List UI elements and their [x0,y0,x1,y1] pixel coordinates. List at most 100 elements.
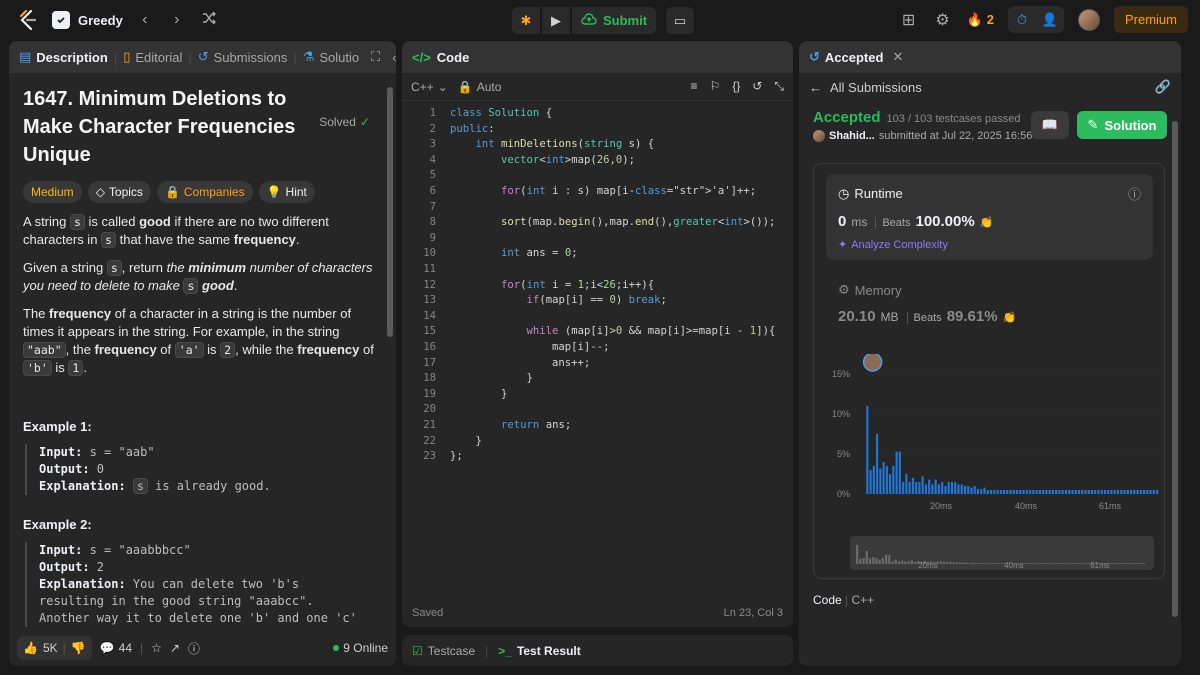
chart-bar[interactable] [866,406,869,494]
chart-bar[interactable] [1022,490,1025,494]
chart-bar[interactable] [1025,490,1028,494]
tab-editorial[interactable]: ▯ Editorial [123,49,182,65]
chart-bar[interactable] [1143,490,1146,494]
chart-bar[interactable] [1103,490,1107,494]
chart-bar[interactable] [882,462,885,494]
chart-bar[interactable] [1149,490,1152,494]
chart-bar[interactable] [947,482,950,494]
code-line[interactable]: 4 vector<int>map(26,0); [402,154,793,170]
chart-bar[interactable] [1110,490,1113,494]
chart-range-slider[interactable]: 20ms 40ms 61ms [850,536,1154,570]
layout-icon[interactable]: ⊞ [899,10,919,30]
chart-bar[interactable] [872,466,875,494]
chart-bar[interactable] [921,476,924,494]
chart-bar[interactable] [1133,490,1136,494]
chart-bar[interactable] [1038,490,1041,494]
chart-bar[interactable] [1120,490,1123,494]
problem-list-button[interactable]: Greedy [52,11,123,29]
code-line[interactable]: 18 } [402,372,793,388]
like-button[interactable]: 👍 5K | 👎 [17,636,92,660]
chart-bar[interactable] [911,478,914,494]
chart-bar[interactable] [963,486,967,494]
code-line[interactable]: 7 [402,201,793,217]
chart-bar[interactable] [1003,490,1006,494]
chart-bar[interactable] [1032,490,1035,494]
help-icon[interactable]: ⓘ [188,640,200,657]
chart-bar[interactable] [1126,490,1129,494]
editorial-button[interactable]: 📖 [1031,111,1069,139]
tab-test-result[interactable]: >_ Test Result [498,644,580,658]
user-position-avatar[interactable] [862,354,883,372]
chart-bar[interactable] [986,490,989,494]
chart-bar[interactable] [1068,490,1071,494]
code-line[interactable]: 23}; [402,450,793,466]
leetcode-logo[interactable] [16,8,40,32]
comments-button[interactable]: 💬 44 [100,641,132,655]
share-icon[interactable]: ↗ [170,641,180,655]
code-line[interactable]: 21 return ans; [402,419,793,435]
chart-bar[interactable] [1009,490,1012,494]
chart-bar[interactable] [1006,490,1009,494]
all-submissions-nav[interactable]: ← All Submissions 🔗 [799,73,1181,101]
code-line[interactable]: 3 int minDeletions(string s) { [402,138,793,154]
chart-bar[interactable] [970,487,973,494]
tab-accepted[interactable]: ↺ Accepted ✕ [809,49,903,65]
tab-solutions[interactable]: ⚗ Solutio [303,49,359,65]
chart-bar[interactable] [908,482,911,494]
runtime-card[interactable]: ◷ Runtime ⓘ 0 ms Beats 100.00% 👏 ✦ Analyze Comp… [826,174,1153,260]
chart-bar[interactable] [1042,490,1045,494]
format-icon[interactable]: ≡ [691,79,698,94]
chart-bar[interactable] [1139,490,1142,494]
chart-bar[interactable] [889,474,892,494]
code-line[interactable]: 2 public: [402,123,793,139]
chart-bar[interactable] [993,490,996,494]
chart-bar[interactable] [1130,490,1133,494]
chart-bar[interactable] [1071,490,1074,494]
next-problem-icon[interactable]: › [167,11,187,29]
chart-bar[interactable] [967,486,970,494]
notes-button[interactable]: ▭ [666,7,694,34]
submission-scrollbar[interactable] [1172,121,1178,617]
run-button[interactable]: ▶ [542,7,570,34]
chart-bar[interactable] [1051,490,1054,494]
tab-description[interactable]: ▤ Description [19,49,108,65]
chart-bar[interactable] [902,482,905,494]
companies-tag[interactable]: 🔒 Companies [156,181,253,203]
streak-counter[interactable]: 🔥 2 [967,12,994,28]
chart-bar[interactable] [934,479,937,494]
code-line[interactable]: 11 [402,263,793,279]
chart-bar[interactable] [1077,490,1080,494]
memory-card[interactable]: ⚙ Memory 20.10 MB Beats 89.61% 👏 [838,282,1016,325]
code-line[interactable]: 9 [402,232,793,248]
add-friend-icon[interactable]: 👤 [1036,12,1064,28]
code-line[interactable]: 1 class Solution { [402,107,793,123]
chart-bar[interactable] [1113,490,1116,494]
fullscreen-icon[interactable]: ⤡ [774,79,784,94]
chart-bar[interactable] [1097,490,1100,494]
code-line[interactable]: 13 if(map[i] == 0) break; [402,294,793,310]
chart-bar[interactable] [924,484,927,494]
chart-bar[interactable] [973,486,976,494]
tab-submissions[interactable]: ↺ Submissions [198,49,288,65]
chart-bar[interactable] [1019,490,1022,494]
auto-mode[interactable]: 🔒 Auto [458,80,502,94]
chart-bar[interactable] [1081,490,1084,494]
bookmark-icon[interactable]: ⚐ [710,79,721,94]
settings-gear-icon[interactable]: ⚙ [933,10,953,30]
thumbs-down-icon[interactable]: 👎 [71,641,86,655]
chart-bar[interactable] [898,451,901,494]
chart-bar[interactable] [1156,490,1159,494]
solution-button[interactable]: ✎ Solution [1077,111,1167,139]
star-icon[interactable]: ☆ [151,641,162,655]
code-line[interactable]: 6 for(int i : s) map[i-class="str">'a']+… [402,185,793,201]
chart-bar[interactable] [879,468,882,494]
tab-testcase[interactable]: ☑ Testcase [412,644,475,658]
close-icon[interactable]: ✕ [892,49,903,65]
chart-bar[interactable] [1123,490,1126,494]
chart-bar[interactable] [996,490,999,494]
submit-button[interactable]: Submit [572,7,656,34]
reset-icon[interactable]: ↺ [752,79,762,94]
description-scrollbar[interactable] [387,87,393,337]
chart-bar[interactable] [1055,490,1058,494]
language-select[interactable]: C++ ⌄ [411,80,448,94]
